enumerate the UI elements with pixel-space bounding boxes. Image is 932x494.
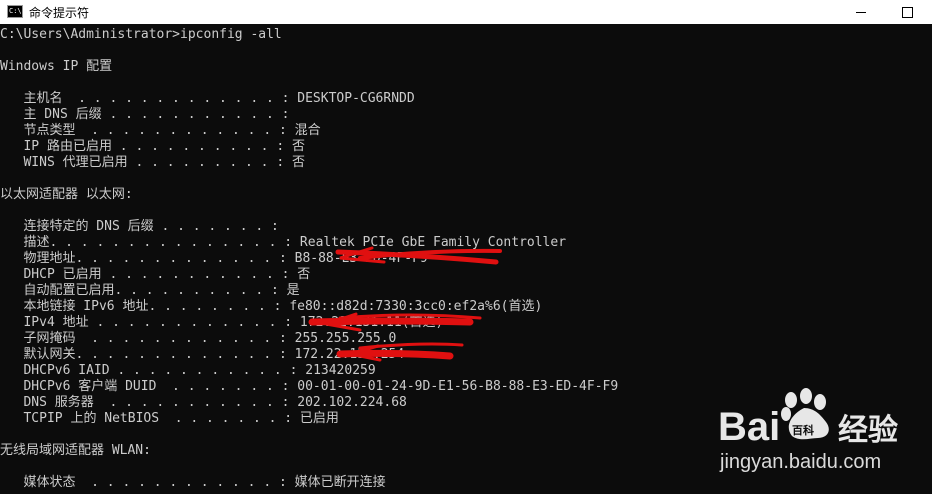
console-line: 主 DNS 后缀 . . . . . . . . . . . : bbox=[0, 107, 290, 122]
console-line: 以太网适配器 以太网: bbox=[0, 187, 133, 202]
console-line: 节点类型 . . . . . . . . . . . . : 混合 bbox=[0, 123, 321, 138]
console-line: TCPIP 上的 NetBIOS . . . . . . . : 已启用 bbox=[0, 411, 339, 426]
console-line: 连接特定的 DNS 后缀 . . . . . . . : bbox=[0, 219, 279, 234]
console-line: C:\Users\Administrator>ipconfig -all bbox=[0, 27, 282, 42]
watermark-graphic: Bai 百科 经验 jingyan.baidu.com bbox=[718, 388, 898, 473]
console-line: IP 路由已启用 . . . . . . . . . . : 否 bbox=[0, 139, 305, 154]
watermark-brand-text: Bai bbox=[718, 405, 780, 449]
console-line: 子网掩码 . . . . . . . . . . . . : 255.255.2… bbox=[0, 331, 397, 346]
watermark-brand-cn: 经验 bbox=[838, 413, 898, 448]
watermark-url: jingyan.baidu.com bbox=[719, 451, 881, 473]
console-line: DHCPv6 客户端 DUID . . . . . . . : 00-01-00… bbox=[0, 379, 619, 394]
console-line: 主机名 . . . . . . . . . . . . . : DESKTOP-… bbox=[0, 91, 415, 106]
cmd-icon[interactable]: C:\ bbox=[7, 5, 23, 18]
console-line: DNS 服务器 . . . . . . . . . . . : 202.102.… bbox=[0, 395, 407, 410]
minimize-button[interactable] bbox=[838, 0, 884, 24]
console-line: IPv4 地址 . . . . . . . . . . . . : 172.22… bbox=[0, 315, 444, 330]
watermark-paw-text: 百科 bbox=[792, 423, 814, 437]
window-title: 命令提示符 bbox=[29, 6, 90, 20]
console-line: 描述. . . . . . . . . . . . . . . : Realte… bbox=[0, 235, 567, 250]
console-line: 自动配置已启用. . . . . . . . . . : 是 bbox=[0, 283, 300, 298]
console-line: 物理地址. . . . . . . . . . . . . : B8-88-E3… bbox=[0, 251, 428, 266]
console-line: Windows IP 配置 bbox=[0, 59, 113, 74]
console-line: 默认网关. . . . . . . . . . . . . : 172.22.1… bbox=[0, 347, 405, 362]
title-bar: C:\ 命令提示符 bbox=[0, 0, 932, 24]
console-line: DHCPv6 IAID . . . . . . . . . . . : 2134… bbox=[0, 363, 376, 378]
console-line: WINS 代理已启用 . . . . . . . . . : 否 bbox=[0, 155, 305, 170]
console-line: 本地链接 IPv6 地址. . . . . . . . : fe80::d82d… bbox=[0, 299, 543, 314]
console-line: 媒体状态 . . . . . . . . . . . . : 媒体已断开连接 bbox=[0, 475, 386, 489]
console-line: DHCP 已启用 . . . . . . . . . . . : 否 bbox=[0, 267, 311, 282]
console-line: 无线局域网适配器 WLAN: bbox=[0, 443, 151, 458]
maximize-button[interactable] bbox=[884, 0, 930, 24]
maximize-icon bbox=[901, 6, 913, 18]
minimize-icon bbox=[856, 11, 866, 13]
baidu-watermark: Bai 百科 经验 jingyan.baidu.com bbox=[714, 388, 932, 489]
